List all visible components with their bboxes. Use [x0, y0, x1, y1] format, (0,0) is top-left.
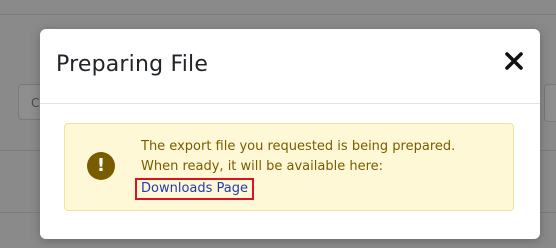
modal-title: Preparing File: [56, 52, 209, 77]
alert-line-1: The export file you requested is being p…: [141, 139, 456, 154]
background-input: [544, 84, 556, 122]
downloads-page-link[interactable]: Downloads Page: [135, 178, 254, 200]
modal-header: Preparing File: [40, 29, 540, 104]
exclamation-icon: !: [87, 152, 115, 180]
alert-line-2: When ready, it will be available here:: [141, 159, 384, 174]
background-divider: [0, 14, 556, 15]
alert-message: The export file you requested is being p…: [135, 137, 501, 200]
close-button[interactable]: [502, 49, 526, 73]
warning-alert: ! The export file you requested is being…: [64, 123, 514, 211]
close-icon: [502, 49, 526, 73]
preparing-file-modal: Preparing File ! The export file you req…: [40, 29, 540, 239]
